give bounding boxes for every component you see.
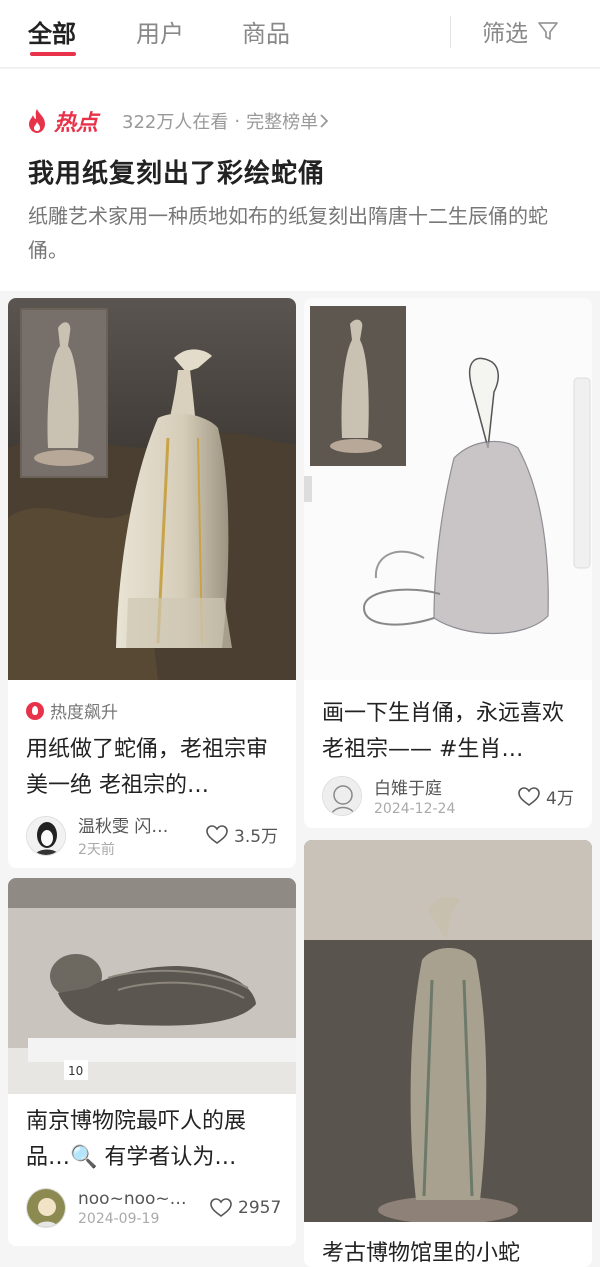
post-card[interactable]: 考古博物馆里的小蛇	[304, 840, 592, 1267]
hot-tag: 热点	[26, 105, 98, 137]
like-button[interactable]: 3.5万	[206, 822, 278, 847]
heart-icon	[518, 786, 540, 806]
hot-title[interactable]: 我用纸复刻出了彩绘蛇俑	[28, 153, 325, 190]
meta-separator: ·	[234, 110, 241, 132]
like-button[interactable]: 2957	[210, 1198, 281, 1218]
like-count: 2957	[238, 1198, 282, 1218]
post-image	[304, 840, 592, 1222]
post-card[interactable]: 热度飙升 用纸做了蛇俑，老祖宗审美一绝 老祖宗的… 温秋雯 闪… 2天前 3.5…	[8, 298, 296, 868]
post-author[interactable]: 温秋雯 闪… 2天前	[26, 812, 168, 859]
chevron-right-icon	[320, 114, 329, 128]
avatar	[322, 775, 362, 816]
heart-icon	[210, 1198, 232, 1217]
author-name: 温秋雯 闪…	[78, 817, 169, 837]
heart-icon	[206, 824, 228, 844]
fire-icon	[26, 701, 44, 720]
post-title[interactable]: 南京博物院最吓人的展品…🔍 有学者认为…	[26, 1104, 288, 1176]
post-image	[304, 298, 592, 680]
like-count: 3.5万	[234, 827, 279, 847]
flame-icon	[29, 109, 45, 133]
tab-goods[interactable]: 商品	[242, 14, 290, 49]
active-tab-indicator	[30, 52, 76, 56]
post-author[interactable]: noo~noo~… 2024-09-19	[26, 1188, 187, 1228]
post-title[interactable]: 用纸做了蛇俑，老祖宗审美一绝 老祖宗的…	[26, 732, 288, 804]
hot-meta: 322万人在看 · 完整榜单	[122, 108, 330, 134]
hot-topic-section[interactable]: 热点 322万人在看 · 完整榜单 我用纸复刻出了彩绘蛇俑 纸雕艺术家用一种质地…	[0, 69, 600, 291]
like-button[interactable]: 4万	[518, 784, 574, 809]
hot-description: 纸雕艺术家用一种质地如布的纸复刻出隋唐十二生辰俑的蛇俑。	[28, 204, 548, 262]
post-date: 2天前	[78, 842, 115, 858]
post-author[interactable]: 白雉于庭 2024-12-24	[322, 774, 455, 817]
post-date: 2024-09-19	[78, 1211, 160, 1227]
author-name: noo~noo~…	[78, 1189, 187, 1209]
post-title[interactable]: 画一下生肖俑，永远喜欢老祖宗—— #生肖…	[322, 696, 584, 768]
tab-users[interactable]: 用户	[136, 14, 184, 49]
post-date: 2024-12-24	[374, 801, 456, 817]
image-label: 10	[68, 1064, 83, 1078]
post-image	[8, 298, 296, 680]
author-name: 白雉于庭	[374, 779, 442, 799]
tab-divider	[450, 16, 451, 48]
avatar	[26, 1188, 66, 1228]
post-title[interactable]: 考古博物馆里的小蛇	[322, 1236, 584, 1267]
like-count: 4万	[546, 789, 574, 809]
post-card[interactable]: 画一下生肖俑，永远喜欢老祖宗—— #生肖… 白雉于庭 2024-12-24 4万	[304, 298, 592, 828]
trend-badge: 热度飙升	[26, 698, 118, 723]
post-card[interactable]: 10 南京博物院最吓人的展品…🔍 有学者认为… noo~noo~… 2024-0…	[8, 878, 296, 1246]
top-tab-bar: 全部 用户 商品 筛选	[0, 0, 600, 68]
trend-label: 热度飙升	[50, 703, 118, 723]
funnel-icon	[538, 22, 558, 40]
avatar	[26, 815, 66, 856]
filter-button[interactable]: 筛选	[482, 14, 560, 48]
tab-all[interactable]: 全部	[28, 14, 76, 49]
full-list-link[interactable]: 完整榜单	[246, 108, 318, 134]
filter-label: 筛选	[482, 21, 528, 47]
viewer-count: 322万人在看	[122, 112, 229, 133]
hot-label: 热点	[54, 111, 99, 136]
post-image: 10	[8, 878, 296, 1094]
